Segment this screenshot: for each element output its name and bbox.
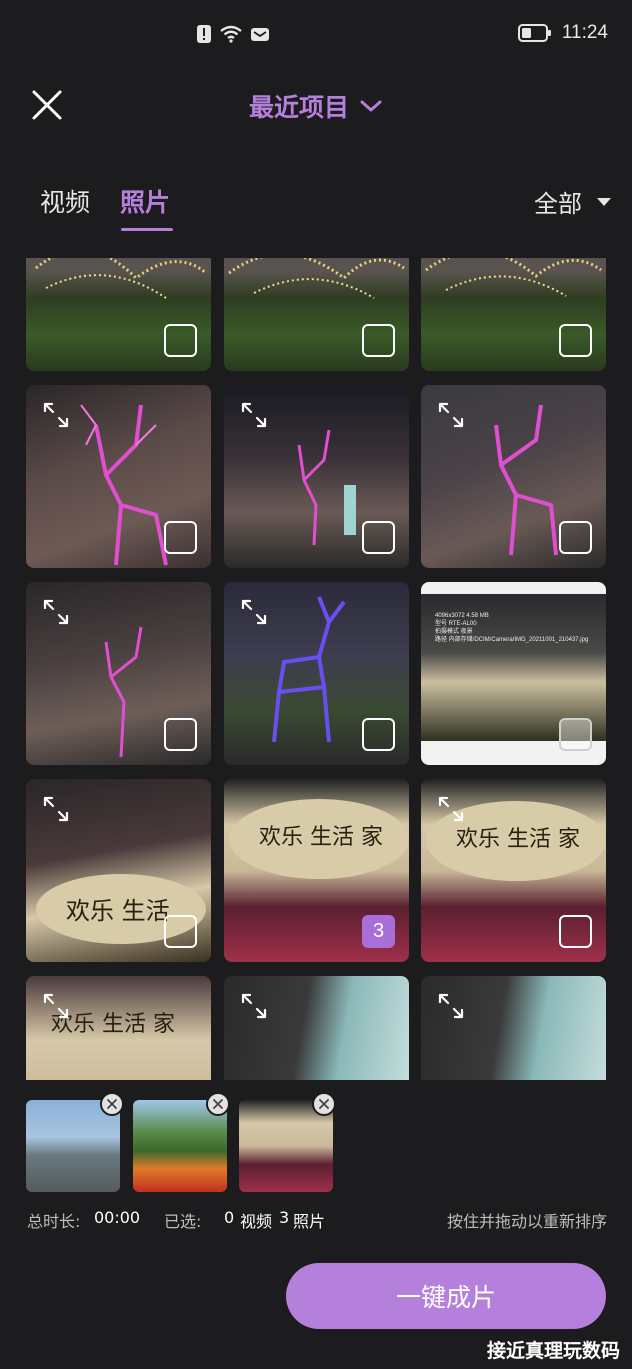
svg-text:欢乐 生活 家: 欢乐 生活 家 bbox=[259, 825, 383, 850]
battery-icon bbox=[517, 24, 551, 42]
select-checkbox[interactable] bbox=[164, 324, 197, 357]
photo-thumbnail[interactable] bbox=[224, 385, 409, 568]
album-selector[interactable]: 最近项目 bbox=[0, 88, 632, 124]
photo-info-overlay: 4096x3072 4.58 MB 型号 RTE-AL00 拍摄模式 夜景 路径… bbox=[435, 612, 588, 644]
tab-video[interactable]: 视频 bbox=[40, 183, 90, 219]
photo-count: 3 bbox=[279, 1208, 290, 1227]
brand-watermark: 接近真理玩数码 bbox=[486, 1340, 620, 1362]
status-icons bbox=[196, 24, 270, 44]
album-title: 最近项目 bbox=[248, 93, 349, 122]
photo-thumbnail[interactable] bbox=[421, 258, 606, 371]
close-icon bbox=[319, 1099, 329, 1109]
select-checkbox[interactable] bbox=[164, 915, 197, 948]
status-right: 11:24 bbox=[517, 22, 608, 44]
remove-selected-button[interactable] bbox=[100, 1092, 124, 1116]
photo-thumbnail[interactable]: 欢乐 生活 家 3 bbox=[224, 779, 409, 962]
photo-thumbnail[interactable] bbox=[224, 258, 409, 371]
selected-order-badge[interactable]: 3 bbox=[362, 915, 395, 948]
photo-label: 照片 bbox=[293, 1212, 326, 1231]
status-time: 11:24 bbox=[561, 22, 608, 43]
photo-thumbnail[interactable] bbox=[26, 385, 211, 568]
expand-icon[interactable] bbox=[240, 401, 268, 429]
select-checkbox[interactable] bbox=[362, 324, 395, 357]
expand-icon[interactable] bbox=[437, 795, 465, 823]
photo-grid: 4096x3072 4.58 MB 型号 RTE-AL00 拍摄模式 夜景 路径… bbox=[0, 258, 632, 1080]
photo-thumbnail[interactable]: 欢乐 生活 家 bbox=[26, 976, 211, 1080]
select-checkbox[interactable] bbox=[559, 521, 592, 554]
photo-thumbnail[interactable] bbox=[26, 582, 211, 765]
selected-label: 已选: bbox=[164, 1212, 202, 1231]
photo-thumbnail[interactable]: 欢乐 生活 家 bbox=[421, 779, 606, 962]
tab-photo[interactable]: 照片 bbox=[120, 183, 170, 219]
alert-icon bbox=[197, 25, 211, 43]
reorder-hint: 按住并拖动以重新排序 bbox=[446, 1212, 607, 1231]
message-icon bbox=[251, 28, 269, 41]
svg-text:欢乐 生活 家: 欢乐 生活 家 bbox=[456, 827, 580, 852]
one-click-create-button[interactable]: 一键成片 bbox=[286, 1263, 606, 1329]
photo-thumbnail[interactable] bbox=[421, 385, 606, 568]
expand-icon[interactable] bbox=[437, 992, 465, 1020]
video-label: 视频 bbox=[240, 1212, 273, 1231]
select-checkbox[interactable] bbox=[559, 324, 592, 357]
photo-thumbnail[interactable] bbox=[421, 976, 606, 1080]
select-checkbox[interactable] bbox=[164, 718, 197, 751]
select-checkbox[interactable] bbox=[559, 915, 592, 948]
select-checkbox[interactable] bbox=[164, 521, 197, 554]
photo-thumbnail[interactable]: 欢乐 生活 bbox=[26, 779, 211, 962]
svg-text:欢乐 生活: 欢乐 生活 bbox=[66, 897, 170, 925]
remove-selected-button[interactable] bbox=[206, 1092, 230, 1116]
remove-selected-button[interactable] bbox=[312, 1092, 336, 1116]
expand-icon[interactable] bbox=[240, 992, 268, 1020]
overlay-line: 路径 内部存储/DCIM/Camera/IMG_20211001_210437.… bbox=[435, 637, 589, 643]
expand-icon[interactable] bbox=[42, 401, 70, 429]
overlay-line: 型号 RTE-AL00 bbox=[435, 621, 477, 627]
close-icon bbox=[213, 1099, 223, 1109]
photo-thumbnail[interactable]: 4096x3072 4.58 MB 型号 RTE-AL00 拍摄模式 夜景 路径… bbox=[421, 582, 606, 765]
expand-icon[interactable] bbox=[437, 401, 465, 429]
duration-value: 00:00 bbox=[94, 1208, 141, 1227]
expand-icon[interactable] bbox=[42, 992, 70, 1020]
expand-icon[interactable] bbox=[240, 598, 268, 626]
overlay-line: 4096x3072 4.58 MB bbox=[435, 613, 489, 619]
photo-thumbnail[interactable] bbox=[26, 258, 211, 371]
overlay-line: 拍摄模式 夜景 bbox=[435, 629, 473, 635]
expand-icon[interactable] bbox=[42, 795, 70, 823]
chevron-down-icon bbox=[360, 100, 382, 112]
select-checkbox[interactable] bbox=[559, 718, 592, 751]
duration-label: 总时长: bbox=[27, 1212, 81, 1231]
close-icon bbox=[107, 1099, 117, 1109]
video-count: 0 bbox=[224, 1208, 235, 1227]
select-checkbox[interactable] bbox=[362, 521, 395, 554]
photo-thumbnail[interactable] bbox=[224, 976, 409, 1080]
filter-dropdown[interactable]: 全部 bbox=[534, 184, 612, 219]
wifi-icon bbox=[220, 25, 242, 43]
select-checkbox[interactable] bbox=[362, 718, 395, 751]
status-bar: 11:24 bbox=[0, 0, 632, 70]
caret-down-icon bbox=[597, 197, 611, 206]
active-tab-indicator bbox=[121, 228, 173, 231]
photo-thumbnail[interactable] bbox=[224, 582, 409, 765]
filter-label: 全部 bbox=[534, 190, 582, 218]
expand-icon[interactable] bbox=[42, 598, 70, 626]
